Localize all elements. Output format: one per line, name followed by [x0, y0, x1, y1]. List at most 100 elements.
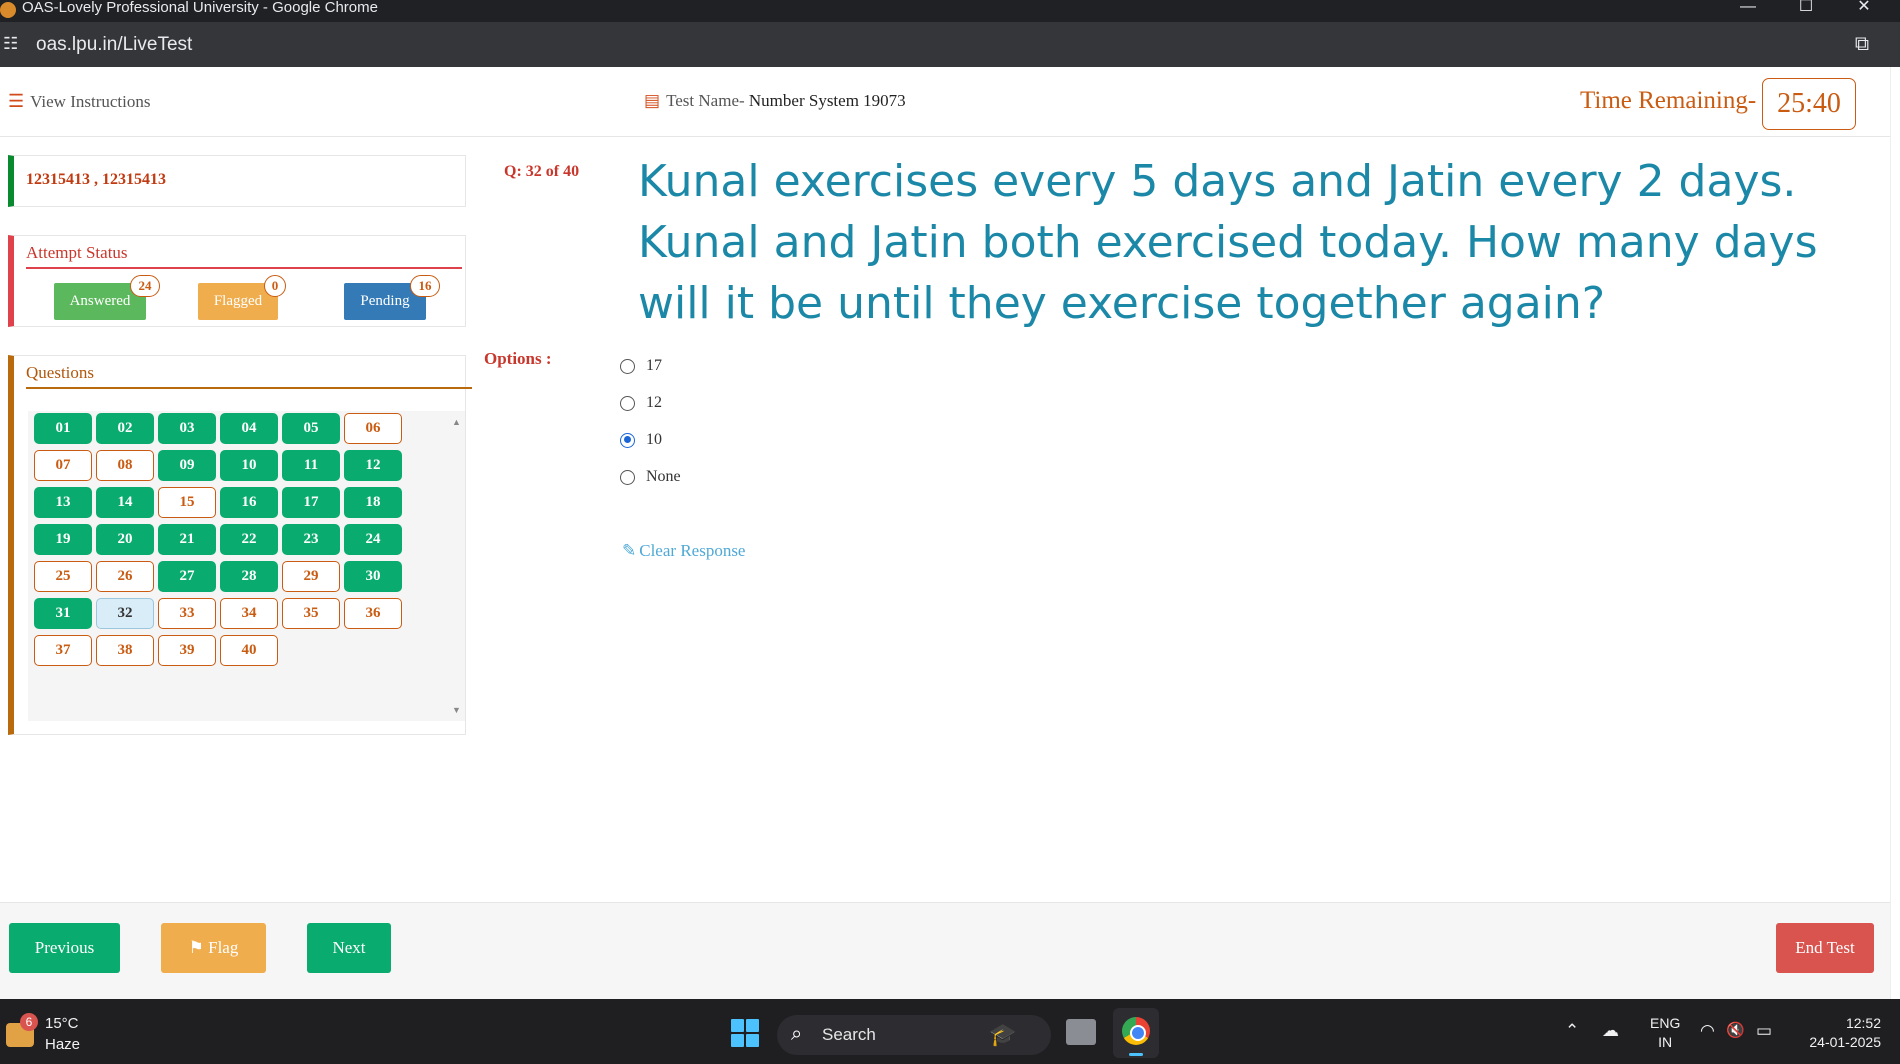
question-button-11[interactable]: 11 [282, 450, 340, 481]
option-radio[interactable] [620, 432, 635, 448]
question-button-38[interactable]: 38 [96, 635, 154, 666]
question-button-37[interactable]: 37 [34, 635, 92, 666]
question-button-16[interactable]: 16 [220, 487, 278, 518]
chrome-taskbar-button[interactable] [1113, 1008, 1159, 1058]
question-button-20[interactable]: 20 [96, 524, 154, 555]
scroll-up-icon[interactable]: ▲ [452, 417, 461, 427]
task-view-icon[interactable] [1066, 1019, 1096, 1045]
wifi-icon[interactable]: ◠ [1700, 1021, 1715, 1041]
question-button-25[interactable]: 25 [34, 561, 92, 592]
pending-count: 16 [410, 275, 440, 297]
page-scrollbar[interactable] [1890, 67, 1900, 999]
scroll-down-icon[interactable]: ▼ [452, 705, 461, 715]
start-button[interactable] [731, 1019, 759, 1047]
flag-label: Flag [208, 938, 239, 957]
flag-button[interactable]: ⚑ Flag [161, 923, 266, 973]
question-button-10[interactable]: 10 [220, 450, 278, 481]
book-icon: ▤ [644, 91, 661, 110]
question-button-22[interactable]: 22 [220, 524, 278, 555]
user-ids: 12315413 , 12315413 [26, 171, 166, 188]
question-button-17[interactable]: 17 [282, 487, 340, 518]
end-test-button[interactable]: End Test [1776, 923, 1874, 973]
url-field[interactable]: oas.lpu.in/LiveTest [36, 34, 192, 56]
chrome-icon [1122, 1017, 1150, 1045]
answered-label: Answered [69, 293, 131, 309]
question-button-04[interactable]: 04 [220, 413, 278, 444]
pending-status: Pending 16 [344, 275, 440, 320]
site-info-icon[interactable]: ☷ [3, 34, 23, 54]
question-button-03[interactable]: 03 [158, 413, 216, 444]
question-button-19[interactable]: 19 [34, 524, 92, 555]
question-button-39[interactable]: 39 [158, 635, 216, 666]
question-button-34[interactable]: 34 [220, 598, 278, 629]
open-in-browser-icon[interactable]: ⧉ [1850, 32, 1874, 56]
option-label: 12 [646, 394, 662, 411]
battery-icon[interactable]: ▭ [1756, 1021, 1772, 1041]
question-button-24[interactable]: 24 [344, 524, 402, 555]
question-button-21[interactable]: 21 [158, 524, 216, 555]
question-button-23[interactable]: 23 [282, 524, 340, 555]
flag-icon: ⚑ [188, 938, 204, 957]
option-1[interactable]: 17 [620, 357, 662, 375]
windows-logo-icon [731, 1019, 744, 1032]
flagged-count: 0 [264, 275, 286, 297]
view-instructions-label: View Instructions [30, 91, 151, 111]
question-button-31[interactable]: 31 [34, 598, 92, 629]
question-button-32[interactable]: 32 [96, 598, 154, 629]
question-button-33[interactable]: 33 [158, 598, 216, 629]
question-grid: 01 02 03 04 05 06 07 08 09 10 11 12 13 14 15 16 17 18 19 20… [34, 413, 414, 666]
option-4[interactable]: None [620, 468, 681, 486]
question-button-02[interactable]: 02 [96, 413, 154, 444]
minimize-button[interactable]: — [1720, 0, 1776, 22]
question-button-15[interactable]: 15 [158, 487, 216, 518]
temperature: 15°C [45, 1015, 79, 1032]
time-remaining-label: Time Remaining- [1580, 87, 1757, 114]
flagged-label: Flagged [213, 293, 263, 309]
close-button[interactable]: ✕ [1836, 0, 1892, 22]
mute-icon[interactable]: 🔇 [1726, 1021, 1745, 1039]
window-title: OAS-Lovely Professional University - Goo… [22, 0, 378, 16]
question-button-12[interactable]: 12 [344, 450, 402, 481]
questions-underline [26, 387, 472, 389]
question-button-28[interactable]: 28 [220, 561, 278, 592]
question-button-01[interactable]: 01 [34, 413, 92, 444]
next-button[interactable]: Next [307, 923, 391, 973]
previous-button[interactable]: Previous [9, 923, 120, 973]
clock[interactable]: 12:52 24-01-2025 [1795, 1014, 1881, 1052]
question-button-40[interactable]: 40 [220, 635, 278, 666]
question-button-30[interactable]: 30 [344, 561, 402, 592]
question-button-18[interactable]: 18 [344, 487, 402, 518]
language-code: ENG [1650, 1015, 1681, 1031]
question-button-27[interactable]: 27 [158, 561, 216, 592]
option-radio[interactable] [620, 469, 635, 485]
palette-scrollbar[interactable]: ▲ ▼ [449, 411, 465, 721]
taskbar-search[interactable]: ⌕ Search 🎓 [777, 1015, 1051, 1055]
question-button-36[interactable]: 36 [344, 598, 402, 629]
option-radio[interactable] [620, 358, 635, 374]
question-button-09[interactable]: 09 [158, 450, 216, 481]
view-instructions-link[interactable]: ☰ View Instructions [8, 91, 150, 112]
language-indicator[interactable]: ENG IN [1650, 1014, 1680, 1052]
onedrive-cloud-icon[interactable]: ☁ [1602, 1021, 1619, 1041]
question-button-35[interactable]: 35 [282, 598, 340, 629]
page-viewport: ☰ View Instructions ▤ Test Name- Number … [0, 67, 1890, 1000]
address-bar: ☷ oas.lpu.in/LiveTest ⧉ [0, 22, 1900, 67]
question-button-08[interactable]: 08 [96, 450, 154, 481]
question-button-06[interactable]: 06 [344, 413, 402, 444]
options-label: Options : [484, 349, 552, 368]
question-button-29[interactable]: 29 [282, 561, 340, 592]
navigation-footer: Previous ⚑ Flag Next End Test [0, 902, 1890, 1000]
option-3[interactable]: 10 [620, 431, 662, 449]
tray-chevron-icon[interactable]: ⌃ [1565, 1021, 1579, 1041]
clock-time: 12:52 [1845, 1015, 1881, 1031]
question-button-26[interactable]: 26 [96, 561, 154, 592]
clear-response-link[interactable]: ✎ Clear Response [622, 541, 745, 561]
user-panel: 12315413 , 12315413 [8, 155, 466, 207]
question-button-07[interactable]: 07 [34, 450, 92, 481]
question-button-13[interactable]: 13 [34, 487, 92, 518]
question-button-14[interactable]: 14 [96, 487, 154, 518]
question-button-05[interactable]: 05 [282, 413, 340, 444]
option-radio[interactable] [620, 395, 635, 411]
maximize-button[interactable]: ☐ [1778, 0, 1834, 22]
option-2[interactable]: 12 [620, 394, 662, 412]
